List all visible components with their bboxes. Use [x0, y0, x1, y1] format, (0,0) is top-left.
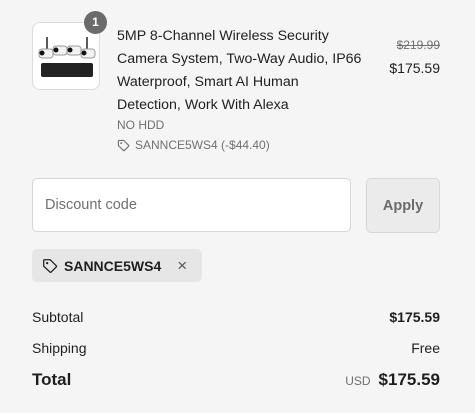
subtotal-row: Subtotal $175.59	[32, 309, 440, 325]
shipping-row: Shipping Free	[32, 340, 440, 356]
currency-code: USD	[345, 374, 371, 388]
order-summary: 1 5MP 8-Channel Wireless Security Camera…	[0, 0, 475, 413]
remove-discount-icon[interactable]: ×	[177, 256, 187, 276]
discount-code-input[interactable]	[32, 178, 351, 232]
apply-button[interactable]: Apply	[366, 178, 440, 233]
product-title: 5MP 8-Channel Wireless Security Camera S…	[117, 28, 362, 113]
total-value: $175.59	[378, 370, 440, 389]
product-variant: NO HDD	[117, 118, 165, 132]
quantity-badge: 1	[84, 11, 107, 34]
applied-discount-tag: SANNCE5WS4 ×	[32, 249, 202, 282]
tag-icon	[43, 258, 58, 273]
tag-icon	[117, 139, 130, 151]
subtotal-label: Subtotal	[32, 309, 84, 325]
current-price: $175.59	[389, 60, 440, 76]
total-label: Total	[32, 370, 72, 389]
total-row: Total USD $175.59	[32, 370, 440, 390]
shipping-value: Free	[411, 340, 440, 356]
line-discount: SANNCE5WS4 (-$44.40)	[117, 138, 270, 152]
applied-discount-code: SANNCE5WS4	[64, 257, 162, 274]
subtotal-value: $175.59	[389, 309, 440, 325]
line-discount-text: SANNCE5WS4 (-$44.40)	[135, 138, 270, 152]
original-price: $219.99	[396, 38, 440, 52]
shipping-label: Shipping	[32, 340, 87, 356]
